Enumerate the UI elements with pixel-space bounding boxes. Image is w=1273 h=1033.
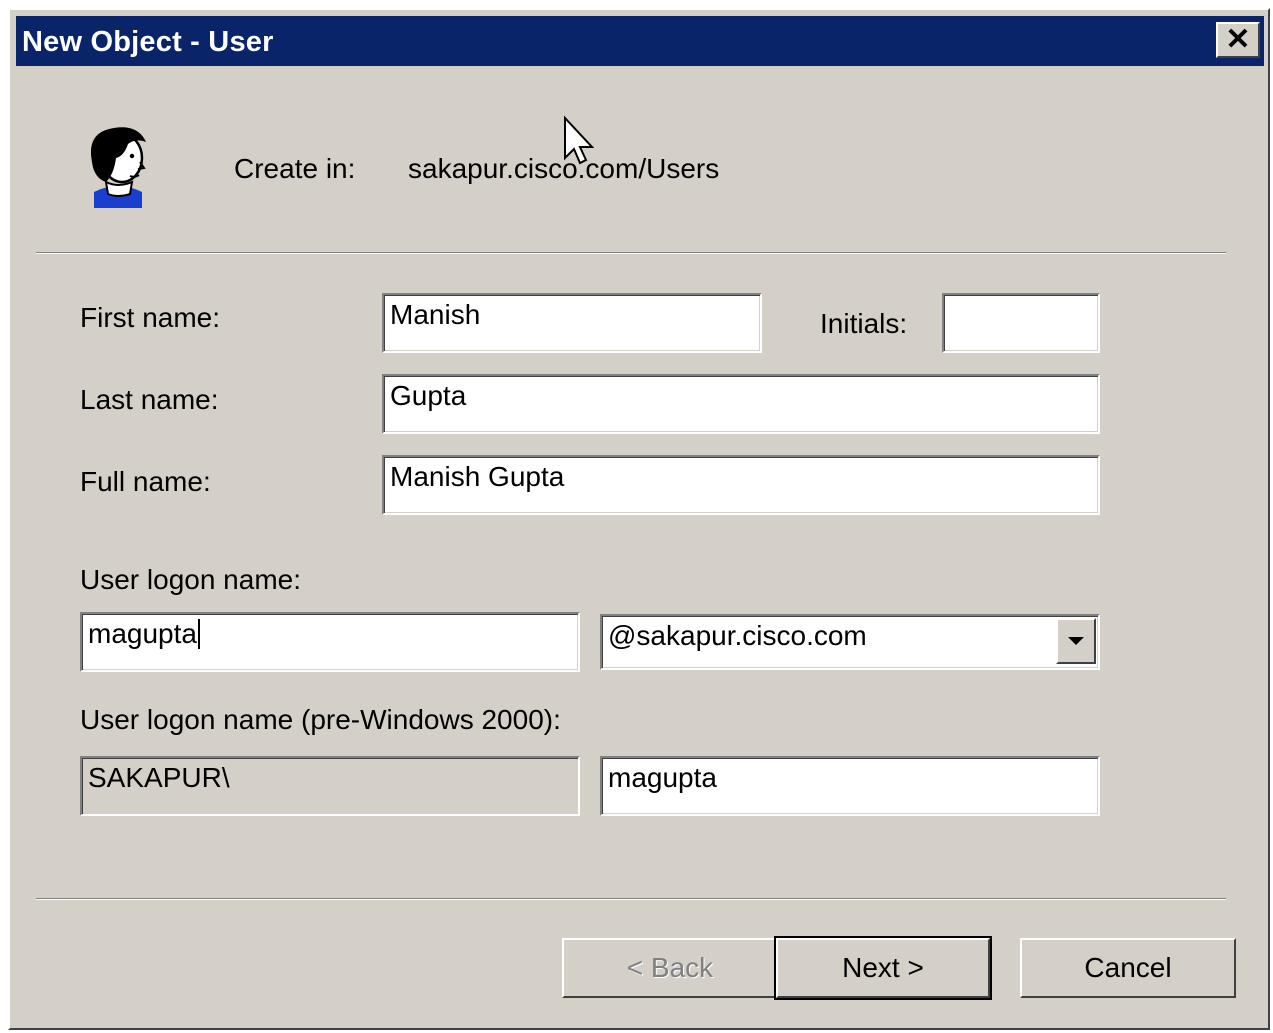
title-bar[interactable]: New Object - User ✕ — [16, 16, 1264, 66]
pre2000-domain-field: SAKAPUR\ — [80, 756, 580, 816]
first-name-label: First name: — [80, 302, 221, 333]
pre2000-logon-field[interactable]: magupta — [600, 756, 1100, 816]
next-button[interactable]: Next > — [774, 936, 992, 1000]
cancel-button[interactable]: Cancel — [1020, 938, 1236, 998]
user-icon — [90, 127, 146, 208]
last-name-label: Last name: — [80, 384, 219, 415]
initials-field[interactable] — [942, 293, 1100, 353]
close-button[interactable]: ✕ — [1216, 22, 1260, 58]
last-name-value: Gupta — [390, 380, 467, 411]
first-name-value: Manish — [390, 299, 481, 330]
pre2000-domain-value: SAKAPUR\ — [88, 762, 230, 793]
full-name-field[interactable]: Manish Gupta — [382, 455, 1100, 515]
last-name-field[interactable]: Gupta — [382, 374, 1100, 434]
logon-name-label: User logon name: — [80, 564, 302, 595]
create-in-label: Create in: — [234, 153, 356, 184]
chevron-down-icon — [1068, 637, 1084, 645]
header-separator — [36, 252, 1226, 254]
footer-separator — [36, 898, 1226, 900]
full-name-label: Full name: — [80, 466, 211, 497]
close-icon: ✕ — [1225, 23, 1251, 56]
window-title: New Object - User — [22, 26, 274, 58]
back-button-label: < Back — [626, 952, 714, 983]
next-button-label: Next > — [842, 952, 924, 983]
cancel-button-label: Cancel — [1084, 952, 1172, 983]
logon-domain-select[interactable]: @sakapur.cisco.com — [600, 614, 1100, 670]
full-name-value: Manish Gupta — [390, 461, 565, 492]
text-caret — [197, 619, 200, 649]
initials-label: Initials: — [820, 308, 908, 339]
pre2000-logon-value: magupta — [608, 762, 717, 793]
pre2000-label: User logon name (pre-Windows 2000): — [80, 704, 561, 735]
logon-domain-value: @sakapur.cisco.com — [608, 620, 867, 651]
logon-name-value: magupta — [88, 618, 197, 649]
mouse-pointer-icon — [564, 115, 595, 165]
back-button[interactable]: < Back — [562, 938, 778, 998]
logon-name-field[interactable]: magupta — [80, 612, 580, 672]
first-name-field[interactable]: Manish — [382, 293, 762, 353]
dropdown-button[interactable] — [1056, 618, 1096, 664]
